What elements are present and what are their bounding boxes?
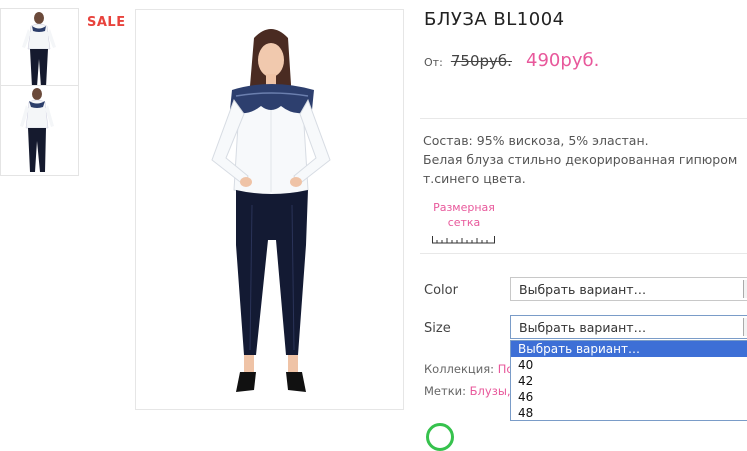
color-select-value: Выбрать вариант… — [519, 282, 647, 297]
model-photo — [136, 10, 403, 409]
size-option-42[interactable]: 42 — [511, 373, 747, 389]
tag-link[interactable]: Блузы, — [470, 384, 511, 398]
size-option-40[interactable]: 40 — [511, 357, 747, 373]
collection-meta: Коллекция: По — [424, 362, 513, 376]
size-chart-label-line1: Размерная — [433, 201, 495, 214]
description-composition: Состав: 95% вискоза, 5% эластан. — [423, 133, 649, 148]
size-chart-link[interactable]: Размерная сетка — [431, 200, 497, 230]
whatsapp-icon[interactable] — [426, 423, 454, 451]
size-option-46[interactable]: 46 — [511, 389, 747, 405]
sale-badge: SALE — [87, 15, 126, 30]
thumbnail-2-image — [1, 86, 78, 175]
size-option-placeholder[interactable]: Выбрать вариант… — [511, 341, 747, 357]
ruler-icon[interactable] — [432, 234, 495, 244]
thumbnail-1[interactable] — [0, 8, 79, 86]
divider-top — [420, 118, 747, 119]
color-select[interactable]: Выбрать вариант… — [510, 277, 747, 301]
tags-label: Метки: — [424, 384, 466, 398]
color-label: Color — [424, 283, 458, 298]
tags-meta: Метки: Блузы, — [424, 384, 511, 398]
size-select[interactable]: Выбрать вариант… — [510, 315, 747, 339]
sale-price: 490руб. — [526, 50, 600, 71]
main-product-image[interactable] — [135, 9, 404, 410]
price-prefix: От: — [424, 56, 443, 69]
size-chart-label-line2: сетка — [447, 216, 481, 229]
collection-label: Коллекция: — [424, 362, 495, 376]
chevron-down-icon — [743, 280, 747, 298]
size-select-value: Выбрать вариант… — [519, 320, 647, 335]
size-label: Size — [424, 321, 451, 336]
price-row: От: 750руб. 490руб. — [424, 50, 599, 71]
description-text: Белая блуза стильно декорированная гипюр… — [423, 152, 738, 186]
thumbnail-2[interactable] — [0, 86, 79, 176]
chevron-down-icon — [743, 318, 747, 336]
product-title: БЛУЗА BL1004 — [424, 9, 565, 30]
product-description: Состав: 95% вискоза, 5% эластан. Белая б… — [423, 131, 743, 188]
thumbnail-gallery — [0, 8, 80, 176]
divider-middle — [420, 253, 747, 254]
thumbnail-1-image — [1, 9, 78, 85]
old-price: 750руб. — [450, 52, 512, 70]
size-dropdown-list[interactable]: Выбрать вариант… 40 42 46 48 — [510, 340, 747, 421]
size-option-48[interactable]: 48 — [511, 405, 747, 420]
